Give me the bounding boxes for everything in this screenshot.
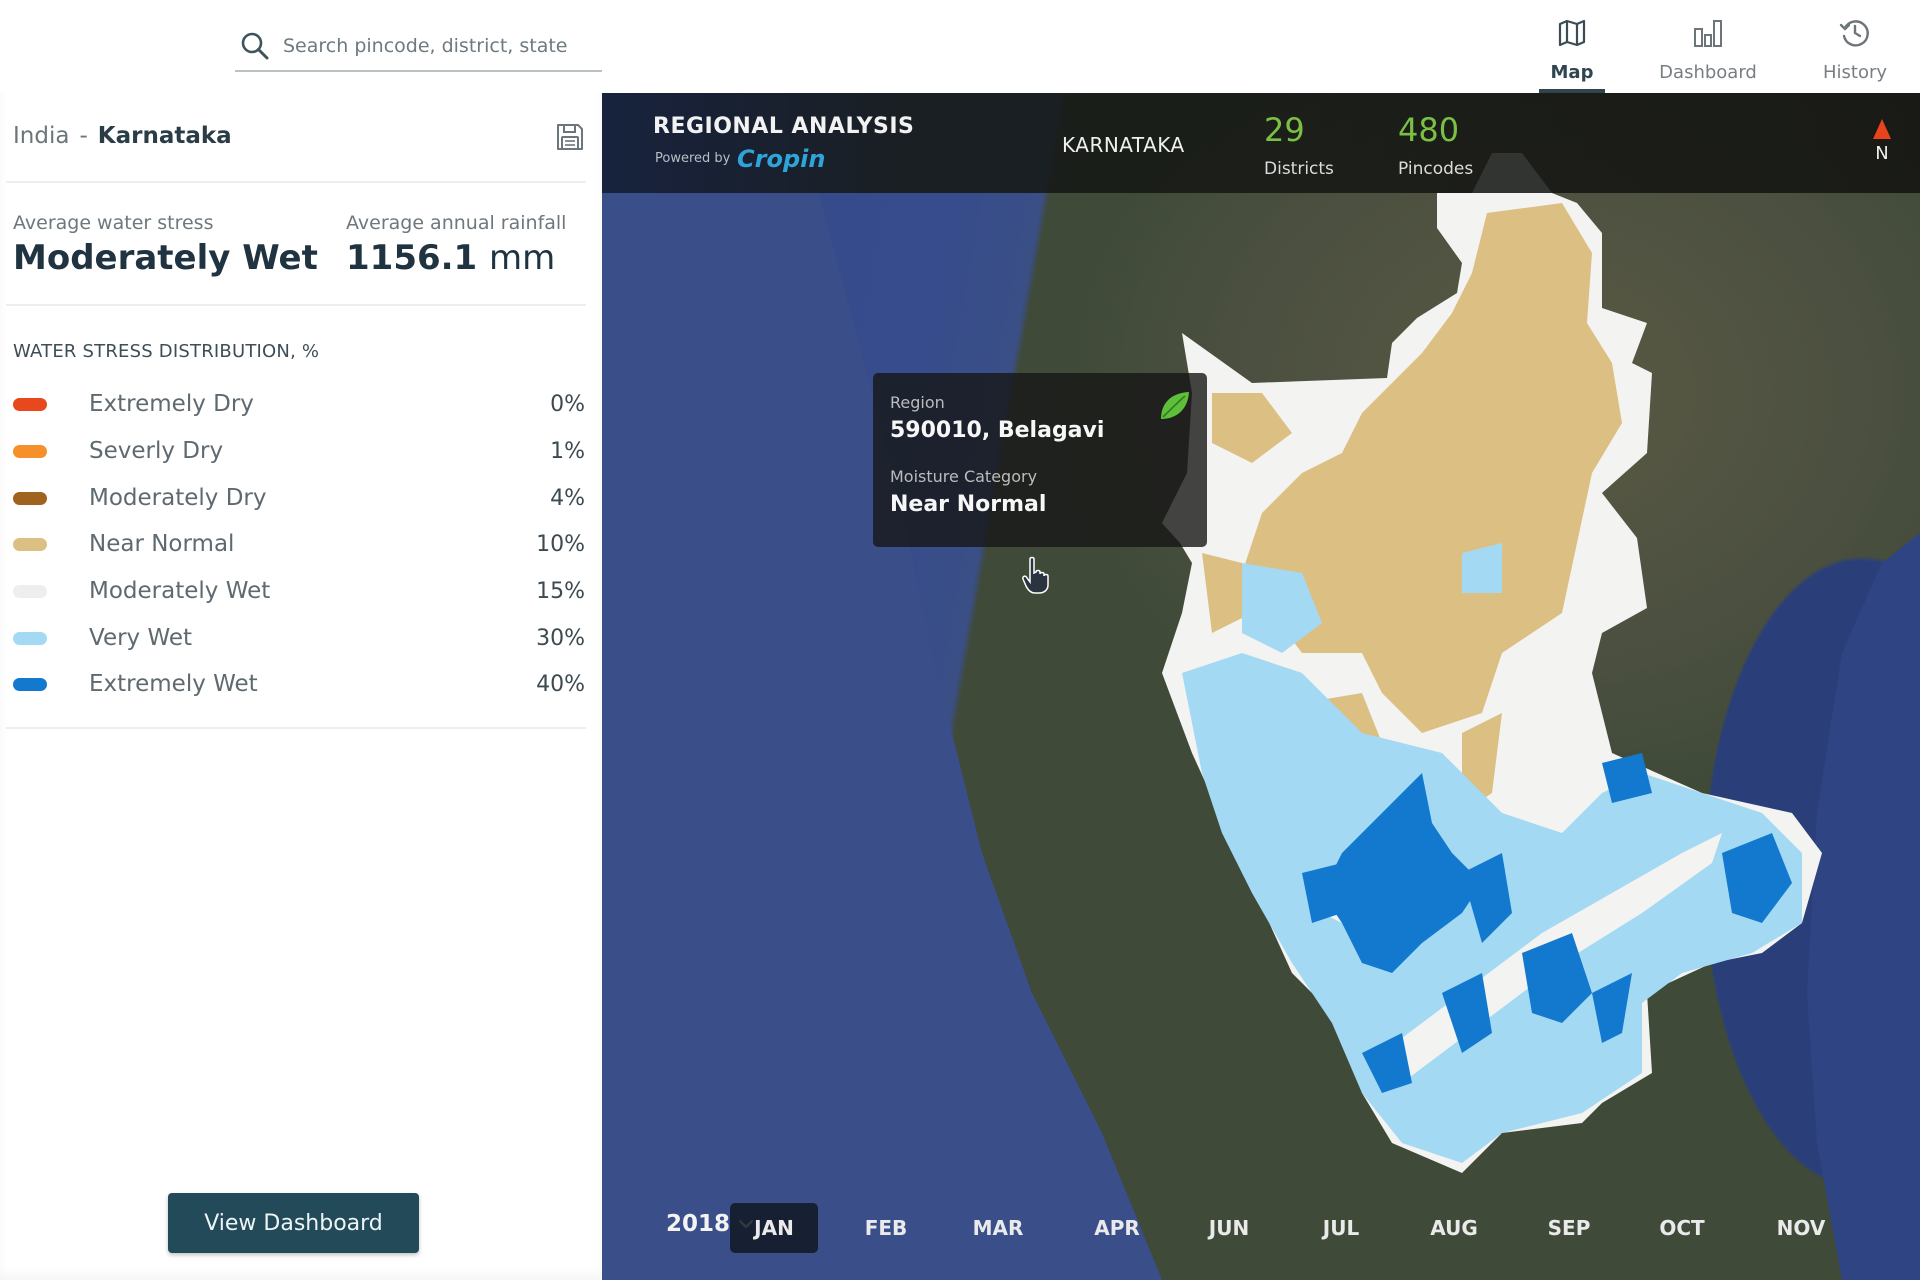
map-header: REGIONAL ANALYSIS Powered by Cropin KARN… — [602, 93, 1920, 193]
cropin-logo: Cropin — [737, 145, 826, 173]
legend-item: Moderately Wet 15% — [13, 573, 585, 609]
tooltip-region-value: 590010, Belagavi — [890, 418, 1105, 443]
month-tab-jun[interactable]: JUN — [1185, 1203, 1273, 1253]
legend-swatch — [13, 631, 47, 645]
divider — [6, 727, 586, 729]
nav-tab-dashboard[interactable]: Dashboard — [1648, 0, 1768, 93]
region-tooltip: Region 590010, Belagavi Moisture Categor… — [873, 373, 1207, 547]
legend-item: Extremely Dry 0% — [13, 386, 585, 422]
breadcrumb-separator: - — [79, 123, 88, 149]
nav-tab-map-label: Map — [1550, 62, 1594, 83]
selected-state: KARNATAKA — [1062, 133, 1185, 157]
divider — [6, 181, 586, 183]
legend-item: Near Normal 10% — [13, 526, 585, 562]
legend-swatch — [13, 537, 47, 551]
pincodes-count: 480 — [1398, 111, 1460, 149]
legend-label: Severly Dry — [89, 438, 224, 464]
nav-tab-dashboard-label: Dashboard — [1659, 62, 1757, 83]
distribution-title: WATER STRESS DISTRIBUTION, % — [13, 341, 320, 362]
month-timeline: 2018 JAN FEB MAR APR JUN JUL AUG SEP OCT NOV — [602, 1203, 1920, 1259]
bar-chart-icon — [1694, 20, 1722, 47]
legend-label: Very Wet — [89, 625, 193, 651]
rainfall-unit: mm — [489, 238, 556, 278]
map-layer — [602, 93, 1920, 1280]
search-input[interactable] — [283, 35, 583, 57]
legend-percent: 30% — [536, 625, 585, 651]
nav-tab-history-label: History — [1822, 62, 1888, 83]
save-icon[interactable] — [554, 121, 586, 153]
legend-label: Near Normal — [89, 531, 235, 557]
rainfall-number: 1156.1 — [346, 238, 478, 278]
districts-count: 29 — [1264, 111, 1305, 149]
legend-percent: 1% — [550, 438, 585, 464]
search-icon — [241, 32, 269, 60]
leaf-icon — [1161, 392, 1189, 419]
legend-swatch — [13, 584, 47, 598]
divider — [6, 304, 586, 306]
month-tab-aug[interactable]: AUG — [1410, 1203, 1498, 1253]
legend-item: Very Wet 30% — [13, 620, 585, 656]
legend-swatch — [13, 397, 47, 411]
legend-percent: 4% — [550, 485, 585, 511]
search-bar[interactable] — [235, 22, 602, 72]
water-stress-value: Moderately Wet — [13, 238, 318, 278]
satellite-map[interactable]: REGIONAL ANALYSIS Powered by Cropin KARN… — [602, 93, 1920, 1280]
nav-tab-history[interactable]: History — [1810, 0, 1900, 93]
month-tab-apr[interactable]: APR — [1073, 1203, 1161, 1253]
water-stress-label: Average water stress — [13, 212, 214, 234]
map-icon — [1558, 19, 1586, 47]
tooltip-category-value: Near Normal — [890, 492, 1047, 517]
legend-label: Extremely Dry — [89, 391, 254, 417]
top-bar: Map Dashboard History — [0, 0, 1920, 93]
history-icon — [1839, 20, 1869, 47]
legend-swatch — [13, 444, 47, 458]
month-tab-sep[interactable]: SEP — [1525, 1203, 1613, 1253]
rainfall-value: 1156.1 mm — [346, 238, 555, 278]
region-summary-panel: India - Karnataka Average water stress Mod… — [0, 93, 602, 1280]
month-tab-nov[interactable]: NOV — [1757, 1203, 1845, 1253]
year-value: 2018 — [666, 1211, 731, 1237]
legend-label: Moderately Wet — [89, 578, 271, 604]
month-tab-oct[interactable]: OCT — [1638, 1203, 1726, 1253]
north-indicator: N — [1870, 119, 1894, 164]
legend-swatch — [13, 677, 47, 691]
north-arrow-icon — [1873, 119, 1891, 139]
breadcrumb-state: Karnataka — [97, 123, 232, 149]
view-dashboard-button[interactable]: View Dashboard — [168, 1193, 419, 1253]
north-label: N — [1875, 143, 1889, 164]
rainfall-label: Average annual rainfall — [346, 212, 567, 234]
legend-percent: 0% — [550, 391, 585, 417]
breadcrumb-country[interactable]: India — [13, 123, 69, 149]
month-tab-jan[interactable]: JAN — [730, 1203, 818, 1253]
legend-item: Moderately Dry 4% — [13, 480, 585, 516]
tooltip-region-label: Region — [890, 393, 945, 412]
pincodes-label: Pincodes — [1398, 159, 1474, 179]
breadcrumb: India - Karnataka — [13, 123, 232, 149]
legend-item: Severly Dry 1% — [13, 433, 585, 469]
legend-label: Moderately Dry — [89, 485, 267, 511]
legend-percent: 40% — [536, 671, 585, 697]
nav-tab-map[interactable]: Map — [1540, 0, 1604, 93]
tooltip-category-label: Moisture Category — [890, 467, 1038, 486]
legend-swatch — [13, 491, 47, 505]
month-tab-feb[interactable]: FEB — [842, 1203, 930, 1253]
regional-analysis-title: REGIONAL ANALYSIS — [653, 114, 915, 139]
legend-item: Extremely Wet 40% — [13, 666, 585, 702]
hand-cursor-icon — [1022, 556, 1049, 594]
month-tab-jul[interactable]: JUL — [1297, 1203, 1385, 1253]
month-tab-mar[interactable]: MAR — [954, 1203, 1042, 1253]
legend-percent: 10% — [536, 531, 585, 557]
legend-percent: 15% — [536, 578, 585, 604]
districts-label: Districts — [1264, 159, 1334, 179]
powered-by-label: Powered by — [655, 151, 731, 166]
legend-label: Extremely Wet — [89, 671, 258, 697]
